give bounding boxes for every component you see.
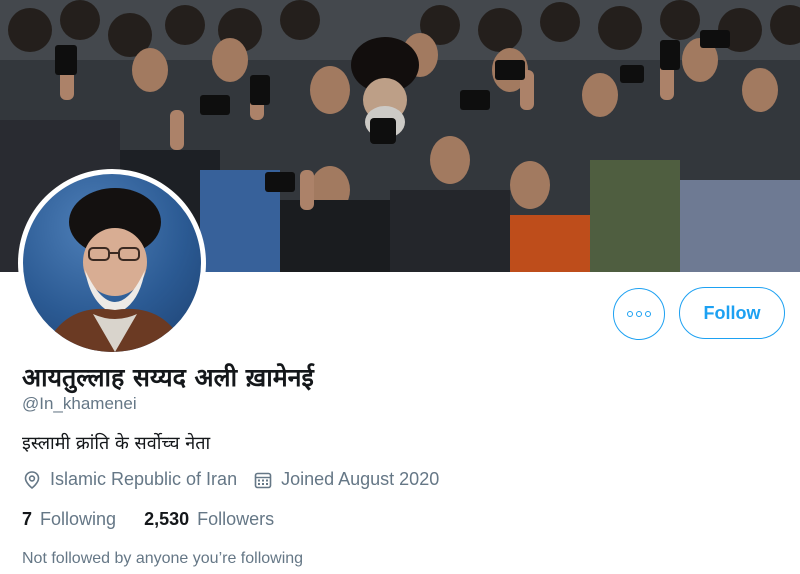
- location-item: Islamic Republic of Iran: [22, 469, 237, 490]
- location-text: Islamic Republic of Iran: [50, 469, 238, 489]
- joined-text: Joined August 2020: [281, 469, 440, 489]
- followers-label: Followers: [197, 509, 275, 529]
- more-options-icon: [627, 311, 651, 317]
- following-link[interactable]: 7 Following: [22, 509, 116, 530]
- profile-meta: Islamic Republic of Iran Joined August 2…: [22, 469, 455, 490]
- mutual-followers-note: Not followed by anyone you’re following: [22, 550, 304, 567]
- profile-stats: 7 Following 2,530 Followers: [22, 509, 302, 530]
- follow-button-label: Follow: [703, 302, 761, 323]
- followers-count: 2,530: [144, 509, 190, 529]
- profile-avatar[interactable]: [18, 169, 206, 357]
- avatar-photo: [23, 174, 201, 352]
- user-handle: @In_khamenei: [22, 394, 137, 413]
- following-count: 7: [22, 509, 33, 529]
- joined-item: Joined August 2020: [253, 469, 439, 490]
- location-pin-icon: [24, 470, 40, 489]
- follow-button[interactable]: Follow: [679, 287, 785, 339]
- display-name: आयतुल्लाह सय्यद अली ख़ामेनई: [22, 363, 314, 392]
- following-label: Following: [40, 509, 117, 529]
- more-options-button[interactable]: [613, 288, 665, 340]
- calendar-icon: [254, 472, 272, 488]
- profile-bio: इस्लामी क्रांति के सर्वोच्च नेता: [22, 433, 211, 454]
- followers-link[interactable]: 2,530 Followers: [144, 509, 274, 530]
